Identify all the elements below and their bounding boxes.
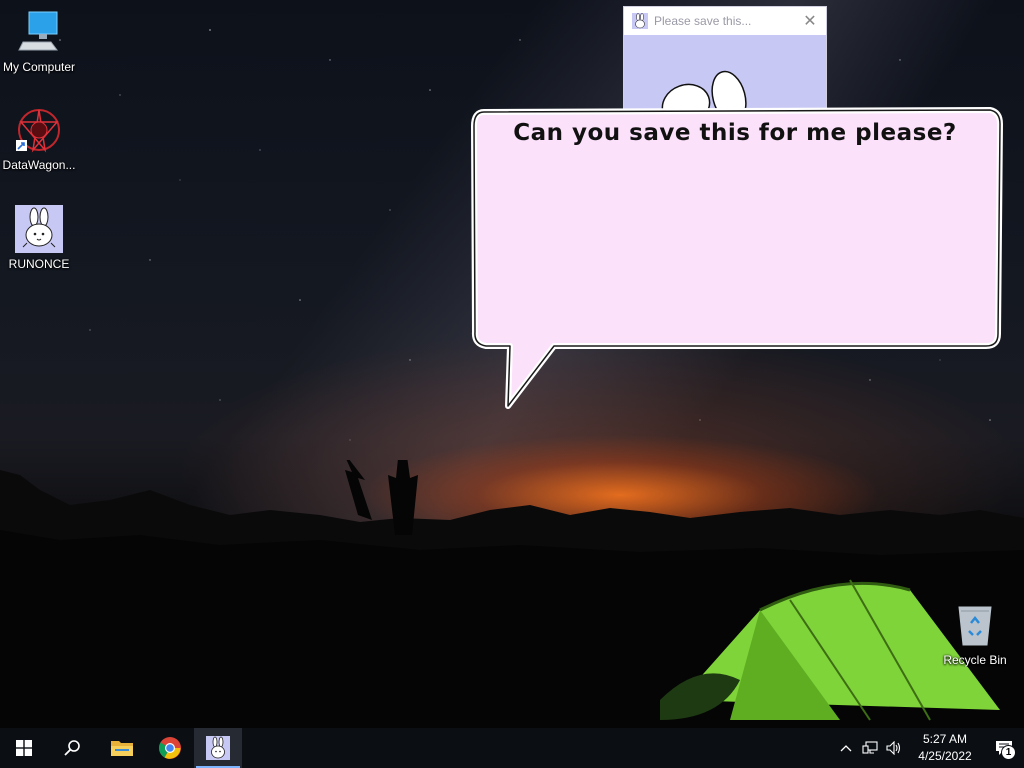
windows-logo-icon [16,740,32,756]
volume-button[interactable] [882,728,906,768]
bubble-message: Can you save this for me please? [513,120,957,146]
please-save-window[interactable]: Please save this... ✕ [623,6,827,110]
chrome-button[interactable] [146,728,194,768]
window-title: Please save this... [654,14,752,28]
speaker-icon [886,741,901,755]
bunny-icon [206,736,230,760]
chevron-up-icon [840,745,852,752]
bunny-artwork [661,70,747,109]
runonce-taskbar-button[interactable] [194,728,242,768]
datawagon-icon [15,106,63,154]
desktop-icon-label: DataWagon... [2,158,76,172]
computer-icon [15,8,63,56]
search-icon [64,740,80,756]
file-explorer-button[interactable] [98,728,146,768]
desktop-icon-label: RUNONCE [8,257,70,271]
clock-date: 4/25/2022 [918,749,972,763]
network-icon [862,741,878,754]
speech-bubble [471,107,1003,409]
desktop-icon-label: Recycle Bin [943,653,1007,667]
desktop-icon-recycle-bin[interactable]: Recycle Bin [937,601,1013,667]
desktop-icon-label: My Computer [2,60,76,74]
bunny-icon [632,13,648,29]
system-tray: 5:27 AM 4/25/2022 1 [834,728,1024,768]
bunny-icon [15,205,63,253]
start-button[interactable] [0,728,48,768]
desktop-icon-datawagon[interactable]: DataWagon... [1,106,77,172]
clock[interactable]: 5:27 AM 4/25/2022 [906,731,984,765]
folder-icon [111,741,133,756]
notification-count-badge: 1 [1001,745,1016,760]
desktop-icon-runonce[interactable]: RUNONCE [1,205,77,271]
window-titlebar[interactable]: Please save this... ✕ [624,7,826,35]
search-button[interactable] [48,728,96,768]
action-center-button[interactable]: 1 [984,728,1024,768]
clock-time: 5:27 AM [922,732,968,746]
show-hidden-icons-button[interactable] [834,728,858,768]
close-button[interactable]: ✕ [794,7,826,35]
desktop-icon-my-computer[interactable]: My Computer [1,8,77,74]
taskbar: 5:27 AM 4/25/2022 1 [0,728,1024,768]
chrome-icon [159,737,181,759]
recycle-bin-icon [951,601,999,649]
network-button[interactable] [858,728,882,768]
